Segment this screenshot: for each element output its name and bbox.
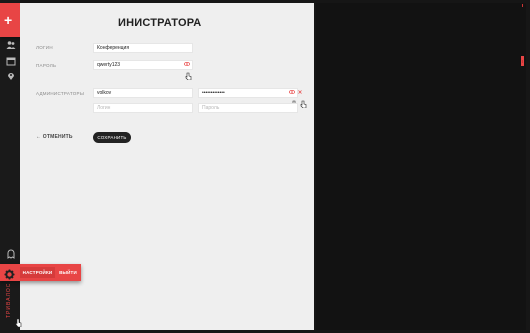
- ghost-icon[interactable]: [5, 249, 16, 260]
- save-button[interactable]: СОХРАНИТЬ: [93, 132, 131, 143]
- remove-icon[interactable]: [298, 90, 302, 94]
- scroll-tick: [522, 4, 523, 7]
- cancel-link[interactable]: ← ОТМЕНИТЬ: [36, 134, 73, 140]
- plus-icon[interactable]: +: [4, 13, 12, 27]
- gear-icon[interactable]: [4, 267, 15, 280]
- hand-cursor-icon: [15, 314, 22, 328]
- users-icon[interactable]: [5, 40, 16, 51]
- new-admin-password-field[interactable]: Пароль: [198, 103, 298, 113]
- password-label: Пароль: [36, 63, 57, 68]
- settings-bar: НАСТРОЙКИ ВЫЙТИ: [0, 264, 81, 281]
- logout-button[interactable]: ВЫЙТИ: [58, 267, 78, 278]
- page-title: ИНИСТРАТОРА: [118, 17, 202, 29]
- login-label: Логин: [36, 45, 53, 50]
- hand-cursor-icon: [300, 95, 307, 109]
- eye-icon[interactable]: [183, 62, 191, 66]
- hand-cursor-icon: [185, 67, 192, 81]
- scroll-tick: [522, 60, 523, 63]
- admins-label: Администраторы: [36, 91, 85, 96]
- new-admin-login-field[interactable]: Логин: [93, 103, 193, 113]
- brand-text: ТРИВАЛОС: [6, 282, 12, 318]
- calendar-icon[interactable]: [5, 56, 16, 67]
- admin-password-field[interactable]: •••••••••••••: [198, 88, 298, 98]
- hand-cursor-icon: [291, 95, 298, 109]
- password-field[interactable]: qwerty123: [93, 60, 193, 70]
- eye-icon[interactable]: [288, 90, 296, 94]
- login-field[interactable]: Конференция: [93, 43, 193, 53]
- sidebar: + ТРИВАЛОС: [0, 0, 20, 333]
- admin-login-field[interactable]: volkov: [93, 88, 193, 98]
- right-pane: [316, 3, 526, 330]
- location-pin-icon[interactable]: [5, 71, 16, 82]
- settings-button[interactable]: НАСТРОЙКИ: [20, 267, 55, 278]
